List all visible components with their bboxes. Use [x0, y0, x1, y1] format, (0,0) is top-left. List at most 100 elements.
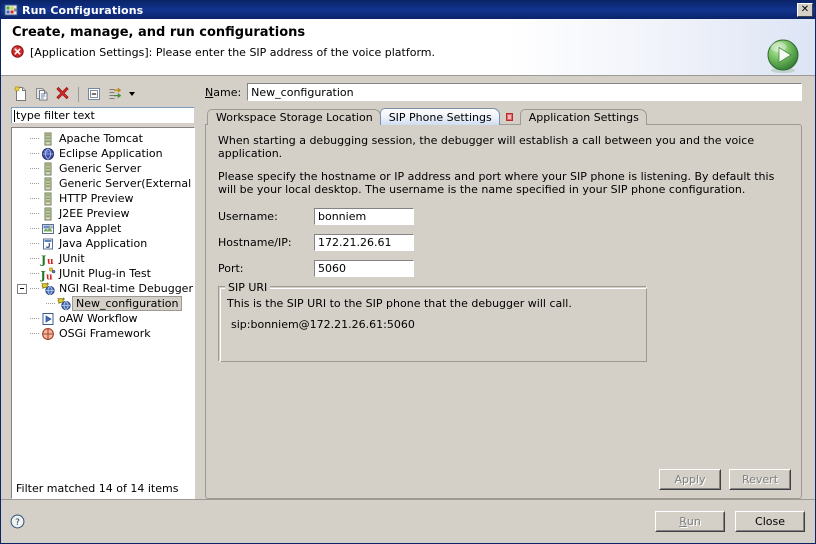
tree-status-text: Filter matched 14 of 14 items — [16, 482, 179, 495]
tree-item-http-preview[interactable]: HTTP Preview — [12, 191, 194, 206]
run-button[interactable]: Run — [655, 511, 725, 532]
blue-play-icon — [40, 311, 56, 326]
tree-item-j2ee-preview[interactable]: J2EE Preview — [12, 206, 194, 221]
help-question-icon[interactable]: ? — [10, 514, 25, 529]
tree-connector — [46, 296, 56, 311]
tree-twisty-spacer — [14, 131, 30, 146]
tree-item-ngi-real-time-debugger[interactable]: NGI Real-time Debugger — [12, 281, 194, 296]
tree-items-container: Apache Tomcat Eclipse Application Generic … — [12, 128, 194, 481]
server-icon — [40, 131, 56, 146]
name-label: Name: — [205, 85, 242, 99]
window-title: Run Configurations — [22, 3, 144, 17]
username-field[interactable]: bonniem — [313, 206, 415, 226]
collapse-toggle-icon[interactable] — [14, 281, 30, 296]
username-field-row: Username: bonniem — [218, 206, 789, 226]
tree-item-apache-tomcat[interactable]: Apache Tomcat — [12, 131, 194, 146]
tree-twisty-spacer — [14, 311, 30, 326]
tree-item-java-applet[interactable]: Java Applet — [12, 221, 194, 236]
tab-workspace-storage-location[interactable]: Workspace Storage Location — [207, 109, 381, 125]
copy-document-icon[interactable] — [32, 85, 52, 104]
tree-item-junit[interactable]: Ju JUnit — [12, 251, 194, 267]
chevron-down-icon[interactable] — [126, 85, 137, 104]
junit-plugin-icon: Ju — [40, 266, 56, 282]
header-message-row: [Application Settings]: Please enter the… — [11, 45, 805, 59]
tree-item-label: Generic Server(External Launch) — [59, 177, 194, 190]
filter-arrows-icon[interactable] — [105, 85, 125, 104]
tree-twisty-spacer — [14, 161, 30, 176]
collapse-all-icon[interactable] — [84, 85, 104, 104]
tree-twisty-spacer — [14, 326, 30, 341]
tree-twisty-spacer — [14, 206, 30, 221]
sip-uri-value: sip:bonniem@172.21.26.61:5060 — [231, 318, 415, 331]
tree-item-generic-server-external-launch[interactable]: Generic Server(External Launch) — [12, 176, 194, 191]
tree-item-label: J2EE Preview — [59, 207, 130, 220]
search-input[interactable]: type filter text — [11, 107, 195, 124]
apply-revert-row: Apply Revert — [659, 469, 791, 490]
apply-button[interactable]: Apply — [659, 469, 721, 490]
tab-bar: Workspace Storage Location SIP Phone Sett… — [205, 108, 809, 125]
tree-item-junit-plug-in-test[interactable]: Ju JUnit Plug-in Test — [12, 266, 194, 282]
name-input[interactable]: New_configuration — [246, 82, 803, 102]
run-green-play-icon — [765, 38, 801, 74]
configurations-panel: type filter text Apache Tomcat Eclipse Ap… — [7, 83, 198, 500]
new-document-icon[interactable] — [11, 85, 31, 104]
tree-toolbar — [7, 83, 198, 105]
tree-twisty-spacer — [14, 221, 30, 236]
eclipse-globe-icon — [40, 146, 56, 161]
tree-connector — [30, 266, 40, 281]
tree-item-java-application[interactable]: Java Application — [12, 236, 194, 251]
sip-uri-group-legend: SIP URI — [225, 281, 271, 294]
run-configurations-dialog: Run Configurations ✕ Create, manage, and… — [0, 0, 816, 544]
dialog-body: type filter text Apache Tomcat Eclipse Ap… — [1, 77, 815, 500]
tree-connector — [30, 176, 40, 191]
java-application-icon — [40, 236, 56, 251]
java-applet-icon — [40, 221, 56, 236]
debugger-bug-icon — [56, 296, 72, 311]
tab-sip-phone-settings[interactable]: SIP Phone Settings — [379, 108, 500, 125]
username-field-label: Username: — [218, 209, 278, 223]
tree-item-label: NGI Real-time Debugger — [59, 282, 193, 295]
server-icon — [40, 176, 56, 191]
close-icon[interactable]: ✕ — [797, 3, 813, 17]
tree-item-label: OSGi Framework — [59, 327, 151, 340]
hostname-ip-field[interactable]: 172.21.26.61 — [313, 232, 415, 252]
dialog-header: Create, manage, and run configurations [… — [1, 19, 815, 76]
tree-connector — [30, 281, 40, 296]
tree-item-label: Generic Server — [59, 162, 142, 175]
port-field-label: Port: — [218, 261, 244, 275]
tree-connector — [30, 161, 40, 176]
dialog-footer: ? Run Close — [1, 499, 815, 543]
tree-item-label: JUnit Plug-in Test — [59, 267, 151, 280]
tree-item-label: Java Application — [59, 237, 148, 250]
tab-error-marker-icon — [502, 109, 518, 125]
tree-twisty-spacer — [14, 266, 30, 281]
tree-item-oaw-workflow[interactable]: oAW Workflow — [12, 311, 194, 326]
tree-connector — [30, 206, 40, 221]
revert-button[interactable]: Revert — [729, 469, 791, 490]
tree-item-eclipse-application[interactable]: Eclipse Application — [12, 146, 194, 161]
configurations-tree[interactable]: Apache Tomcat Eclipse Application Generic … — [10, 126, 196, 500]
tree-twisty-spacer — [14, 251, 30, 266]
server-icon — [40, 191, 56, 206]
tree-item-osgi-framework[interactable]: OSGi Framework — [12, 326, 194, 341]
tree-item-generic-server[interactable]: Generic Server — [12, 161, 194, 176]
error-icon — [11, 45, 24, 58]
footer-buttons: Run Close — [655, 511, 805, 532]
window-titlebar: Run Configurations ✕ — [1, 1, 815, 19]
tree-connector — [30, 131, 40, 146]
tree-twisty-spacer — [14, 236, 30, 251]
close-button[interactable]: Close — [735, 511, 805, 532]
red-x-delete-icon[interactable] — [53, 85, 73, 104]
search-input-value: type filter text — [16, 109, 95, 122]
page-title: Create, manage, and run configurations — [12, 25, 306, 40]
tree-item-new-configuration[interactable]: New_configuration — [12, 296, 194, 311]
port-field[interactable]: 5060 — [313, 258, 415, 278]
tree-twisty-spacer — [14, 176, 30, 191]
tree-item-label: Eclipse Application — [59, 147, 163, 160]
header-message: [Application Settings]: Please enter the… — [30, 46, 436, 59]
toolbar-separator — [78, 86, 79, 102]
tab-application-settings[interactable]: Application Settings — [519, 109, 647, 125]
tree-connector — [30, 251, 40, 266]
osgi-icon — [40, 326, 56, 341]
